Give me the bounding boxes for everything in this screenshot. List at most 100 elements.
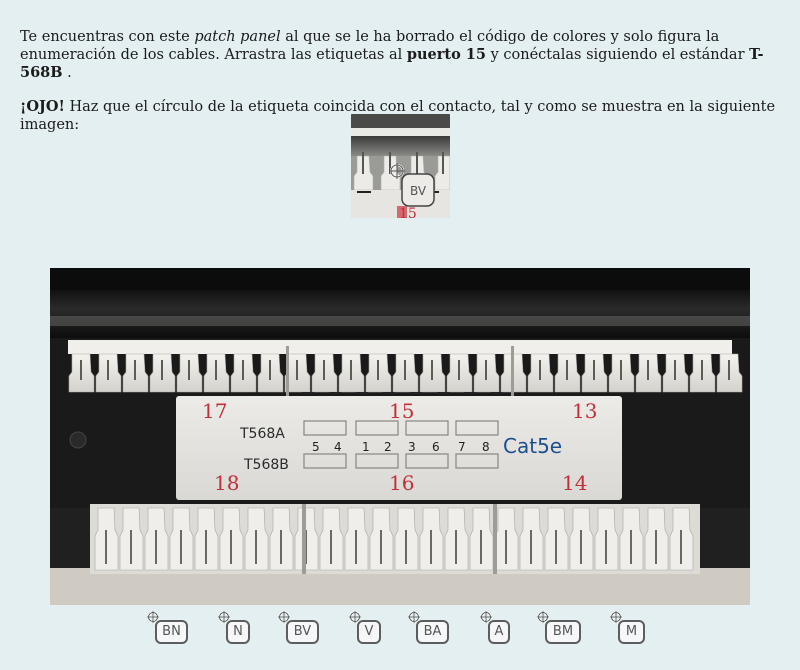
- top-contact: [203, 353, 230, 393]
- top-contact: [311, 353, 338, 393]
- top-contact: [176, 353, 203, 393]
- top-contact: [392, 353, 419, 393]
- top-contact: [527, 353, 554, 393]
- top-contact: [419, 353, 446, 393]
- tag-bm[interactable]: BM: [537, 611, 581, 644]
- bottom-contact: [569, 507, 594, 571]
- crosshair-icon: [147, 611, 159, 623]
- top-contact: [554, 353, 581, 393]
- t568a-label: T568A: [239, 426, 285, 442]
- tag-n[interactable]: N: [218, 611, 250, 644]
- top-contact: [365, 353, 392, 393]
- port-label-17: 17: [202, 399, 227, 423]
- top-contact: [581, 353, 608, 393]
- tag-label: BA: [423, 624, 442, 639]
- instruction-text: Te encuentras con este: [20, 29, 195, 45]
- bottom-contact: [169, 507, 194, 571]
- bottom-contact: [469, 507, 494, 571]
- top-contact: [122, 353, 149, 393]
- crosshair-icon: [537, 611, 549, 623]
- instruction-emphasis: patch panel: [194, 29, 281, 45]
- bottom-contact: [194, 507, 219, 571]
- pin-number: 2: [384, 440, 392, 454]
- bottom-contact: [419, 507, 444, 571]
- bottom-contact: [294, 507, 319, 571]
- bottom-contact: [244, 507, 269, 571]
- bottom-contact: [369, 507, 394, 571]
- top-contact: [689, 353, 716, 393]
- top-contact: [662, 353, 689, 393]
- top-contact: [95, 353, 122, 393]
- port-label-14: 14: [562, 471, 587, 495]
- top-contact: [68, 353, 95, 393]
- tag-tray: BN N BV V BA A BM M: [0, 610, 800, 660]
- tag-label: BV: [293, 624, 312, 639]
- cat5e-label: Cat5e: [503, 434, 562, 458]
- tag-label: M: [625, 624, 638, 639]
- top-contact: [608, 353, 635, 393]
- top-contact: [635, 353, 662, 393]
- pin-number: 3: [408, 440, 416, 454]
- instruction-text: y conéctalas siguiendo el estándar: [486, 47, 750, 63]
- instruction-text: .: [62, 65, 72, 81]
- pin-number: 7: [458, 440, 466, 454]
- patch-panel-photo: 17 15 13 18 16 14 T568A T568B 54 12 3 6 7 8 C…: [50, 268, 750, 605]
- top-contact: [446, 353, 473, 393]
- top-contact: [230, 353, 257, 393]
- port-label-16: 16: [389, 471, 414, 495]
- bottom-contact: [544, 507, 569, 571]
- tag-m[interactable]: M: [610, 611, 645, 644]
- top-block-base: [68, 340, 732, 354]
- instruction-port: puerto 15: [406, 46, 486, 63]
- bottom-contact: [394, 507, 419, 571]
- port-label-13: 13: [572, 399, 597, 423]
- warning-label: ¡OJO!: [20, 98, 65, 115]
- pin-number: 5: [312, 440, 320, 454]
- bottom-contact: [669, 507, 694, 571]
- bottom-contact: [594, 507, 619, 571]
- tag-a[interactable]: A: [480, 611, 510, 644]
- tag-label: A: [494, 624, 504, 639]
- bottom-contact: [319, 507, 344, 571]
- top-contact: [716, 353, 743, 393]
- instruction-paragraph-1: Te encuentras con este patch panel al qu…: [20, 28, 780, 82]
- tag-v[interactable]: V: [349, 611, 381, 644]
- tag-ba[interactable]: BA: [408, 611, 449, 644]
- crosshair-icon: [278, 611, 290, 623]
- tag-label: V: [364, 624, 374, 639]
- tag-bv[interactable]: BV: [278, 611, 319, 644]
- crosshair-icon: [480, 611, 492, 623]
- bottom-contact: [619, 507, 644, 571]
- port-label-18: 18: [214, 471, 239, 495]
- crosshair-icon: [610, 611, 622, 623]
- bottom-contact: [269, 507, 294, 571]
- top-contact: [338, 353, 365, 393]
- t568b-label: T568B: [243, 457, 289, 473]
- pin-number: 6: [432, 440, 440, 454]
- bottom-contact: [144, 507, 169, 571]
- bottom-contact: [444, 507, 469, 571]
- top-contact: [257, 353, 284, 393]
- crosshair-icon: [218, 611, 230, 623]
- example-port-number: 15: [399, 206, 417, 218]
- bottom-contact: [494, 507, 519, 571]
- top-contact: [149, 353, 176, 393]
- tag-label: BN: [162, 624, 181, 639]
- tag-label: BM: [552, 624, 574, 639]
- bottom-contact: [519, 507, 544, 571]
- pin-number: 1: [362, 440, 370, 454]
- bottom-contact: [644, 507, 669, 571]
- crosshair-icon: [349, 611, 361, 623]
- tag-bn[interactable]: BN: [147, 611, 188, 644]
- bottom-contact: [344, 507, 369, 571]
- tag-label: N: [233, 624, 243, 639]
- bottom-contact: [219, 507, 244, 571]
- port-label-15: 15: [389, 399, 414, 423]
- pin-number: 4: [334, 440, 342, 454]
- top-contact: [473, 353, 500, 393]
- crosshair-icon: [408, 611, 420, 623]
- example-image: 15 BV: [351, 114, 450, 218]
- example-tag-label: BV: [410, 184, 427, 198]
- bottom-contact: [119, 507, 144, 571]
- bottom-contact: [94, 507, 119, 571]
